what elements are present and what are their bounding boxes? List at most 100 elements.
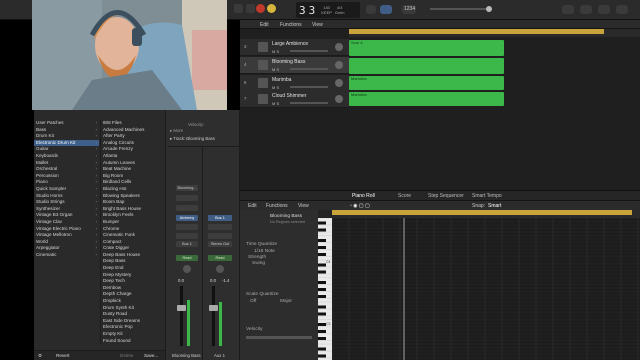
audio-fx-slot-2[interactable]: [176, 233, 198, 239]
library-patch[interactable]: Empty Kit: [101, 331, 165, 338]
library-patch[interactable]: Blowing Speakers: [101, 193, 165, 200]
tab-score[interactable]: Score: [398, 193, 411, 199]
pr-view-menu[interactable]: View: [298, 203, 309, 209]
track-volume-slider[interactable]: [290, 68, 328, 70]
master-volume-knob[interactable]: [486, 6, 492, 12]
library-category[interactable]: Synthesizer ›: [34, 206, 99, 213]
library-patch[interactable]: Boom Bap: [101, 199, 165, 206]
black-key[interactable]: [318, 330, 326, 333]
black-key[interactable]: [318, 288, 326, 291]
tuner-button[interactable]: [366, 5, 376, 14]
pr-functions-menu[interactable]: Functions: [266, 203, 288, 209]
library-patch[interactable]: Blazing Hot: [101, 186, 165, 193]
scale-root-select[interactable]: Off: [250, 299, 256, 304]
library-patch[interactable]: After Party: [101, 133, 165, 140]
library-patch[interactable]: East Side Dreams: [101, 318, 165, 325]
library-patch[interactable]: Compact: [101, 239, 165, 246]
scale-type-select[interactable]: Major: [280, 299, 292, 304]
automation-read-left[interactable]: Read: [176, 255, 198, 261]
time-quantize-select[interactable]: 1/16 Note: [254, 249, 275, 254]
revert-button[interactable]: Revert: [56, 353, 70, 358]
cycle-button[interactable]: [267, 4, 276, 13]
play-button[interactable]: [246, 4, 255, 13]
track-pan-knob[interactable]: [335, 61, 343, 69]
track-header[interactable]: 4 Blooming Bass M S: [240, 57, 349, 74]
keyboard-keys[interactable]: [318, 217, 332, 360]
track-volume-slider[interactable]: [290, 50, 328, 52]
list-editors-button[interactable]: [562, 5, 574, 14]
track-pan-knob[interactable]: [335, 79, 343, 87]
library-patch[interactable]: Deep Bass: [101, 258, 165, 265]
library-category[interactable]: Arpeggiator ›: [34, 245, 99, 252]
midi-region[interactable]: [349, 58, 504, 74]
black-key[interactable]: [318, 281, 326, 284]
library-category[interactable]: Vintage B3 Organ ›: [34, 212, 99, 219]
aux-fx-slot-2[interactable]: [208, 233, 232, 239]
black-key[interactable]: [318, 239, 326, 242]
eq-button[interactable]: [176, 195, 198, 201]
library-patch[interactable]: Deep End: [101, 265, 165, 272]
library-category[interactable]: Bass ›: [34, 127, 99, 134]
black-key[interactable]: [318, 253, 326, 256]
count-in-display[interactable]: 1234: [402, 5, 416, 14]
piano-keyboard[interactable]: C4 C3: [318, 217, 332, 360]
library-patch[interactable]: Cinematic Funk: [101, 232, 165, 239]
library-category[interactable]: Percussion ›: [34, 173, 99, 180]
track-pan-knob[interactable]: [335, 95, 343, 103]
black-key[interactable]: [318, 312, 326, 316]
library-patch[interactable]: 808 Files: [101, 120, 165, 127]
library-patch[interactable]: Atlanta: [101, 153, 165, 160]
fader-track-left[interactable]: [180, 286, 183, 346]
library-patch[interactable]: Dropkick: [101, 298, 165, 305]
automation-read-right[interactable]: Read: [208, 255, 232, 261]
snap-select[interactable]: Smart: [488, 203, 501, 209]
track-pan-knob[interactable]: [335, 43, 343, 51]
library-category[interactable]: Quick Sampler ›: [34, 186, 99, 193]
library-category[interactable]: Drum Kit ›: [34, 133, 99, 140]
loop-browser-button[interactable]: [598, 5, 610, 14]
library-patch[interactable]: Bumper: [101, 219, 165, 226]
instrument-slot[interactable]: Alchemy: [176, 215, 198, 221]
pan-knob-left[interactable]: [183, 265, 191, 273]
mute-solo-buttons[interactable]: M S: [272, 49, 279, 54]
library-patch[interactable]: Found Sound: [101, 338, 165, 345]
more-disclosure[interactable]: ▸ More: [170, 128, 183, 134]
library-category[interactable]: Piano ›: [34, 179, 99, 186]
solo-button[interactable]: S: [276, 67, 279, 72]
aux-input-slot[interactable]: Bus 1: [208, 215, 232, 221]
cycle-range[interactable]: [349, 29, 604, 34]
fader-cap-right[interactable]: [209, 305, 218, 311]
output-slot[interactable]: Stereo Out: [208, 241, 232, 247]
pr-cycle-range[interactable]: [332, 210, 632, 215]
master-volume-slider[interactable]: [430, 8, 490, 10]
library-patch[interactable]: Birdland Cells: [101, 179, 165, 186]
library-patch[interactable]: Electronic Pop: [101, 324, 165, 331]
solo-button[interactable]: S: [276, 85, 279, 90]
library-category[interactable]: Vintage Clav ›: [34, 219, 99, 226]
library-patch[interactable]: Crate Digger: [101, 245, 165, 252]
audio-fx-slot[interactable]: [176, 224, 198, 230]
solo-button[interactable]: S: [276, 49, 279, 54]
mute-button[interactable]: M: [272, 101, 275, 106]
library-patch[interactable]: Analog Circuits: [101, 140, 165, 147]
tracks-functions-menu[interactable]: Functions: [280, 22, 302, 28]
mute-button[interactable]: M: [272, 49, 275, 54]
track-header[interactable]: 7 Cloud Shimmer M S: [240, 91, 349, 108]
tab-smart-tempo[interactable]: Smart Tempo: [472, 193, 502, 199]
tracks-view-menu[interactable]: View: [312, 22, 323, 28]
library-category[interactable]: Mallet ›: [34, 160, 99, 167]
library-patch[interactable]: Big Room: [101, 173, 165, 180]
pr-edit-menu[interactable]: Edit: [248, 203, 257, 209]
black-key[interactable]: [318, 263, 326, 267]
record-button[interactable]: [256, 4, 265, 13]
tab-step-sequencer[interactable]: Step Sequencer: [428, 193, 464, 199]
library-category[interactable]: User Patches ›: [34, 120, 99, 127]
mute-solo-buttons[interactable]: M S: [272, 101, 279, 106]
black-key[interactable]: [318, 270, 326, 274]
track-volume-slider[interactable]: [290, 102, 328, 104]
count-in-button[interactable]: [380, 5, 392, 14]
mute-solo-buttons[interactable]: M S: [272, 85, 279, 90]
black-key[interactable]: [318, 221, 326, 225]
piano-roll-ruler[interactable]: [332, 210, 640, 218]
library-category[interactable]: Keyboards ›: [34, 153, 99, 160]
